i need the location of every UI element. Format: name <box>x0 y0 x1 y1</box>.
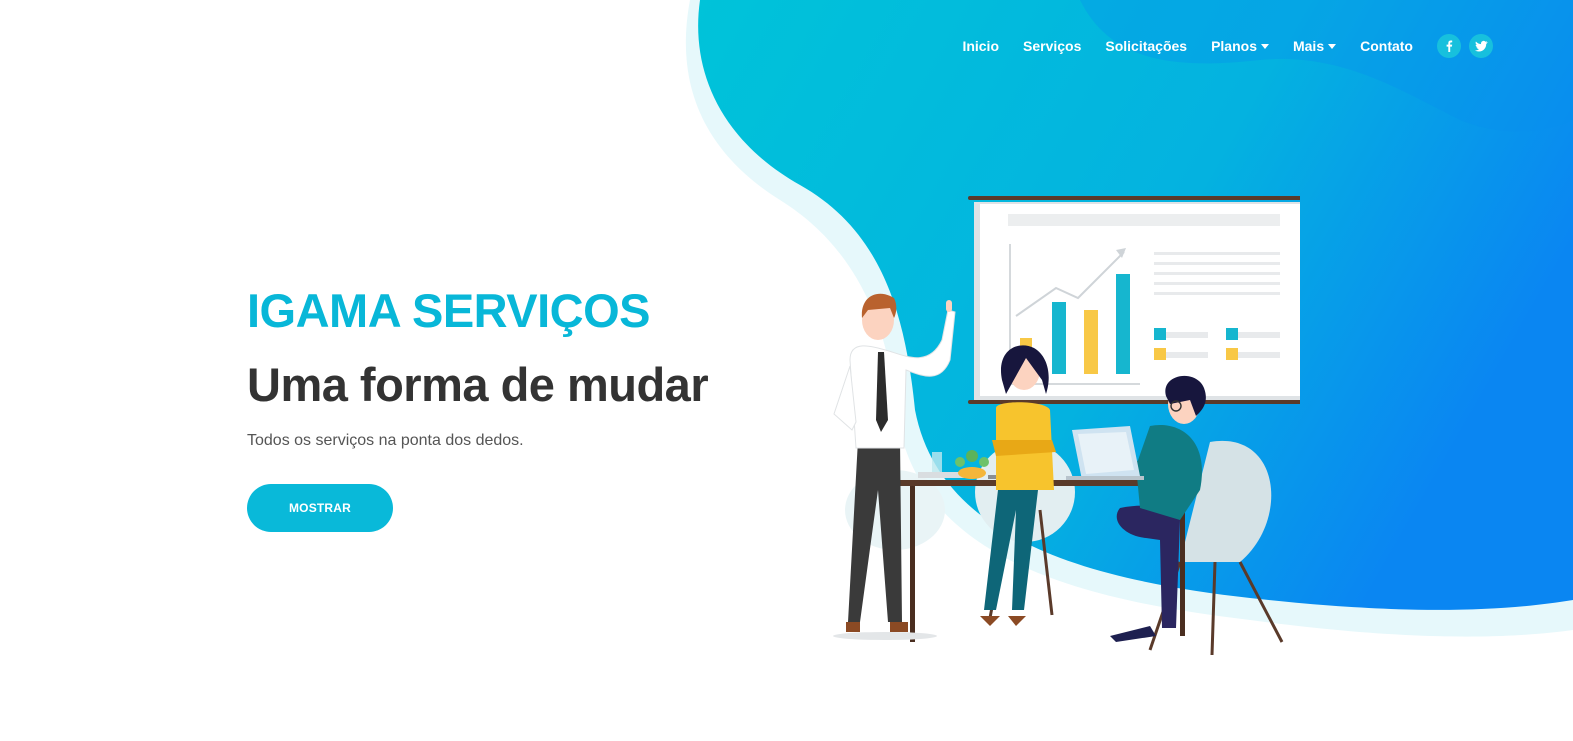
nav-item-inicio[interactable]: Inicio <box>962 38 999 54</box>
main-navbar: Inicio Serviços Solicitações Planos Mais… <box>962 30 1493 62</box>
nav-item-planos-dropdown[interactable]: Planos <box>1211 38 1269 54</box>
hero-tagline: Todos os serviços na ponta dos dedos. <box>247 432 524 449</box>
meeting-illustration <box>833 196 1300 656</box>
social-links <box>1437 34 1493 58</box>
nav-item-servicos[interactable]: Serviços <box>1023 38 1081 54</box>
nav-item-solicitacoes[interactable]: Solicitações <box>1105 38 1187 54</box>
nav-item-planos-label: Planos <box>1211 38 1257 54</box>
hero-section: IGAMA SERVIÇOS Uma forma de mudar Todos … <box>247 282 709 532</box>
nav-item-mais-dropdown[interactable]: Mais <box>1292 38 1337 54</box>
chevron-down-icon <box>1260 44 1269 49</box>
nav-item-mais-label: Mais <box>1292 38 1325 54</box>
plant <box>955 450 989 479</box>
mostrar-button[interactable]: MOSTRAR <box>247 484 393 532</box>
nav-item-contato[interactable]: Contato <box>1360 38 1413 54</box>
facebook-icon[interactable] <box>1437 34 1461 58</box>
brand-title: IGAMA SERVIÇOS <box>247 284 651 337</box>
chevron-down-icon <box>1328 44 1337 49</box>
twitter-icon[interactable] <box>1469 34 1493 58</box>
hero-headline: Uma forma de mudar <box>247 358 709 411</box>
hero-background-shape <box>685 0 1573 637</box>
